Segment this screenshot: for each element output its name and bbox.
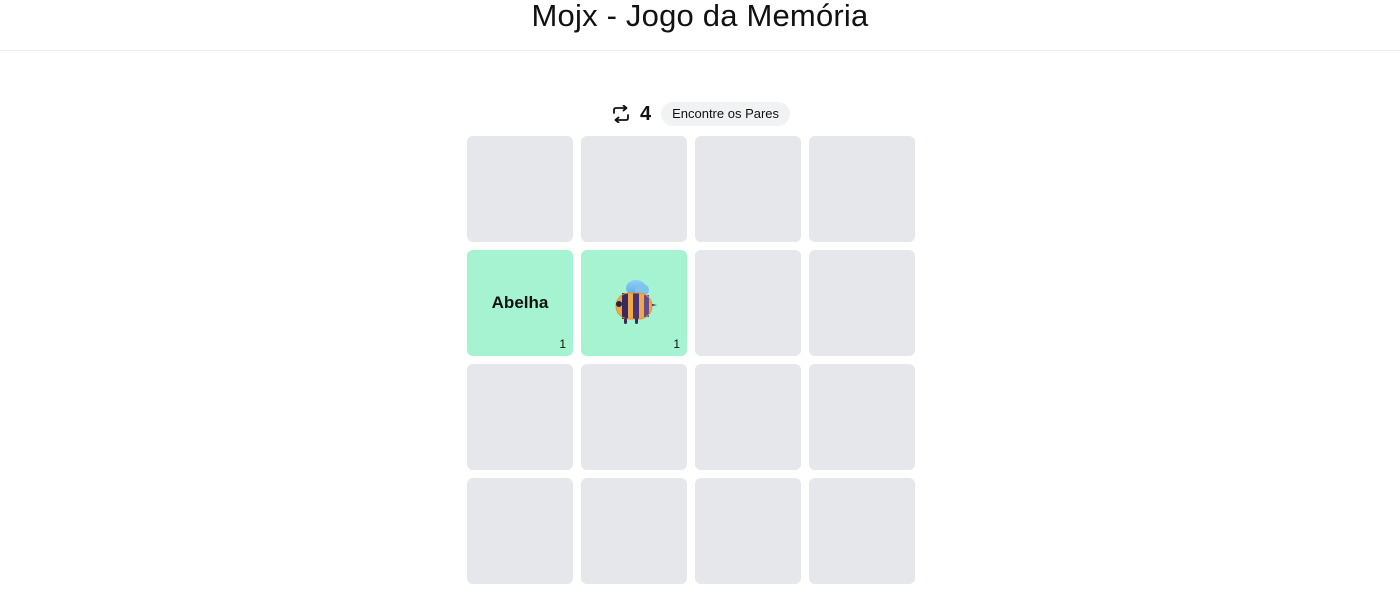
memory-card-matched[interactable]: 1 xyxy=(581,250,687,356)
memory-card[interactable] xyxy=(809,136,915,242)
memory-card[interactable] xyxy=(467,364,573,470)
memory-card[interactable] xyxy=(695,136,801,242)
card-pair-count: 1 xyxy=(559,337,566,351)
memory-card[interactable] xyxy=(809,250,915,356)
memory-card[interactable] xyxy=(695,250,801,356)
memory-card[interactable] xyxy=(581,136,687,242)
memory-card[interactable] xyxy=(695,364,801,470)
card-grid: Abelha 1 1 xyxy=(467,136,916,585)
bee-icon xyxy=(581,250,687,356)
memory-card[interactable] xyxy=(809,364,915,470)
memory-card[interactable] xyxy=(467,478,573,584)
memory-card[interactable] xyxy=(695,478,801,584)
memory-card[interactable] xyxy=(467,136,573,242)
repeat-icon xyxy=(610,104,632,124)
memory-card[interactable] xyxy=(809,478,915,584)
memory-card[interactable] xyxy=(581,364,687,470)
memory-card[interactable] xyxy=(581,478,687,584)
hint-badge: Encontre os Pares xyxy=(661,102,791,126)
status-bar: 4 Encontre os Pares xyxy=(0,100,1400,128)
card-pair-count: 1 xyxy=(673,337,680,351)
memory-card-matched[interactable]: Abelha 1 xyxy=(467,250,573,356)
top-bar: Mojx - Jogo da Memória xyxy=(0,0,1400,51)
card-word: Abelha xyxy=(491,293,549,312)
page-title: Mojx - Jogo da Memória xyxy=(531,0,869,33)
moves-count: 4 xyxy=(639,103,652,125)
